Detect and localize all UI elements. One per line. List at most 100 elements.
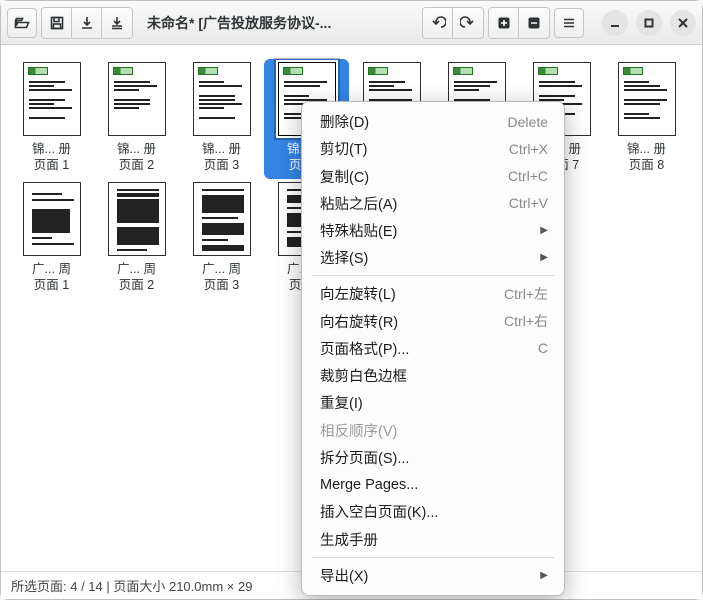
menu-item-accel: Ctrl+右 bbox=[504, 311, 548, 331]
menu-item[interactable]: 特殊粘贴(E)▶ bbox=[302, 217, 564, 244]
menu-item[interactable]: 导出(X)▶ bbox=[302, 562, 564, 589]
thumb-label-1: 广... 周 bbox=[183, 262, 261, 278]
context-menu: 删除(D)Delete剪切(T)Ctrl+X复制(C)Ctrl+C粘贴之后(A)… bbox=[301, 101, 565, 596]
page-thumbnail[interactable]: 锦... 册页面 8 bbox=[604, 59, 689, 179]
menu-item-label: Merge Pages... bbox=[320, 477, 548, 493]
menu-item-accel: Ctrl+V bbox=[509, 195, 548, 211]
menu-item-label: 拆分页面(S)... bbox=[320, 447, 548, 468]
undo-redo-group bbox=[422, 7, 484, 39]
menu-item[interactable]: 复制(C)Ctrl+C bbox=[302, 162, 564, 189]
minimize-icon bbox=[610, 18, 620, 28]
import-button[interactable] bbox=[72, 8, 102, 38]
thumb-label-1: 锦... 册 bbox=[98, 142, 176, 158]
page-thumbnail[interactable]: 锦... 册页面 3 bbox=[179, 59, 264, 179]
menu-item: 相反顺序(V) bbox=[302, 417, 564, 444]
page-preview bbox=[618, 62, 676, 136]
menu-item[interactable]: 插入空白页面(K)... bbox=[302, 498, 564, 525]
menu-separator bbox=[312, 557, 554, 558]
thumb-label-2: 页面 2 bbox=[98, 278, 176, 294]
page-thumbnail[interactable]: 锦... 册页面 2 bbox=[94, 59, 179, 179]
submenu-arrow-icon: ▶ bbox=[540, 252, 548, 263]
minus-box-icon bbox=[526, 15, 542, 31]
redo-button[interactable] bbox=[453, 8, 483, 38]
thumb-label-2: 页面 1 bbox=[13, 278, 91, 294]
main-menu-button[interactable] bbox=[554, 8, 584, 38]
page-preview bbox=[23, 62, 81, 136]
menu-item-label: 删除(D) bbox=[320, 111, 508, 132]
page-thumbnail[interactable]: 广... 周页面 3 bbox=[179, 179, 264, 299]
page-thumbnail[interactable]: 广... 周页面 1 bbox=[9, 179, 94, 299]
menu-item-label: 插入空白页面(K)... bbox=[320, 501, 548, 522]
close-icon bbox=[678, 18, 688, 28]
menu-item-label: 生成手册 bbox=[320, 529, 548, 550]
minimize-button[interactable] bbox=[602, 10, 628, 36]
folder-open-icon bbox=[14, 15, 30, 31]
menu-item-label: 选择(S) bbox=[320, 247, 540, 268]
menu-item[interactable]: 生成手册 bbox=[302, 525, 564, 552]
plus-box-icon bbox=[496, 15, 512, 31]
menu-item-accel: Delete bbox=[508, 114, 548, 130]
open-button[interactable] bbox=[7, 8, 37, 38]
save-group bbox=[41, 7, 133, 39]
titlebar: 未命名* [广告投放服务协议-... bbox=[1, 1, 702, 45]
menu-item[interactable]: 向左旋转(L)Ctrl+左 bbox=[302, 280, 564, 307]
menu-item[interactable]: 删除(D)Delete bbox=[302, 108, 564, 135]
menu-item[interactable]: 页面格式(P)...C bbox=[302, 335, 564, 362]
window-title: 未命名* [广告投放服务协议-... bbox=[137, 13, 418, 33]
save-icon bbox=[49, 15, 65, 31]
zoom-group bbox=[488, 7, 550, 39]
thumb-label-2: 页面 3 bbox=[183, 158, 261, 174]
menu-item-accel: C bbox=[538, 340, 548, 356]
menu-item-accel: Ctrl+C bbox=[508, 168, 548, 184]
thumb-label-1: 锦... 册 bbox=[183, 142, 261, 158]
menu-item-label: 特殊粘贴(E) bbox=[320, 220, 540, 241]
menu-item-label: 剪切(T) bbox=[320, 138, 509, 159]
menu-item-label: 重复(I) bbox=[320, 392, 548, 413]
page-preview bbox=[108, 182, 166, 256]
thumb-label-1: 广... 周 bbox=[98, 262, 176, 278]
redo-icon bbox=[460, 15, 476, 31]
menu-item-label: 相反顺序(V) bbox=[320, 420, 548, 441]
page-thumbnail[interactable]: 锦... 册页面 1 bbox=[9, 59, 94, 179]
menu-item-label: 向右旋转(R) bbox=[320, 311, 504, 332]
zoom-in-button[interactable] bbox=[489, 8, 519, 38]
maximize-button[interactable] bbox=[636, 10, 662, 36]
thumb-label-2: 页面 8 bbox=[608, 158, 686, 174]
menu-item-label: 向左旋转(L) bbox=[320, 283, 504, 304]
menu-item-label: 复制(C) bbox=[320, 166, 508, 187]
menu-separator bbox=[312, 275, 554, 276]
thumb-label-2: 页面 2 bbox=[98, 158, 176, 174]
menu-item[interactable]: 剪切(T)Ctrl+X bbox=[302, 135, 564, 162]
menu-item[interactable]: 裁剪白色边框 bbox=[302, 362, 564, 389]
menu-item-label: 粘贴之后(A) bbox=[320, 193, 509, 214]
menu-item[interactable]: 重复(I) bbox=[302, 389, 564, 416]
menu-item-accel: Ctrl+X bbox=[509, 141, 548, 157]
thumb-label-2: 页面 3 bbox=[183, 278, 261, 294]
undo-icon bbox=[430, 15, 446, 31]
hamburger-icon bbox=[561, 15, 577, 31]
page-preview bbox=[23, 182, 81, 256]
save-as-button[interactable] bbox=[102, 8, 132, 38]
submenu-arrow-icon: ▶ bbox=[540, 570, 548, 581]
thumb-label-2: 页面 1 bbox=[13, 158, 91, 174]
download-icon bbox=[79, 15, 95, 31]
zoom-out-button[interactable] bbox=[519, 8, 549, 38]
menu-item[interactable]: 向右旋转(R)Ctrl+右 bbox=[302, 308, 564, 335]
thumb-label-1: 锦... 册 bbox=[13, 142, 91, 158]
menu-item-label: 导出(X) bbox=[320, 565, 540, 586]
save-button[interactable] bbox=[42, 8, 72, 38]
undo-button[interactable] bbox=[423, 8, 453, 38]
menu-item[interactable]: 选择(S)▶ bbox=[302, 244, 564, 271]
page-preview bbox=[108, 62, 166, 136]
menu-item[interactable]: 拆分页面(S)... bbox=[302, 444, 564, 471]
menu-item-label: 页面格式(P)... bbox=[320, 338, 538, 359]
maximize-icon bbox=[644, 18, 654, 28]
thumb-label-1: 锦... 册 bbox=[608, 142, 686, 158]
close-button[interactable] bbox=[670, 10, 696, 36]
thumb-label-1: 广... 周 bbox=[13, 262, 91, 278]
page-thumbnail[interactable]: 广... 周页面 2 bbox=[94, 179, 179, 299]
menu-item-accel: Ctrl+左 bbox=[504, 284, 548, 304]
menu-item[interactable]: 粘贴之后(A)Ctrl+V bbox=[302, 190, 564, 217]
menu-item[interactable]: Merge Pages... bbox=[302, 471, 564, 498]
submenu-arrow-icon: ▶ bbox=[540, 225, 548, 236]
